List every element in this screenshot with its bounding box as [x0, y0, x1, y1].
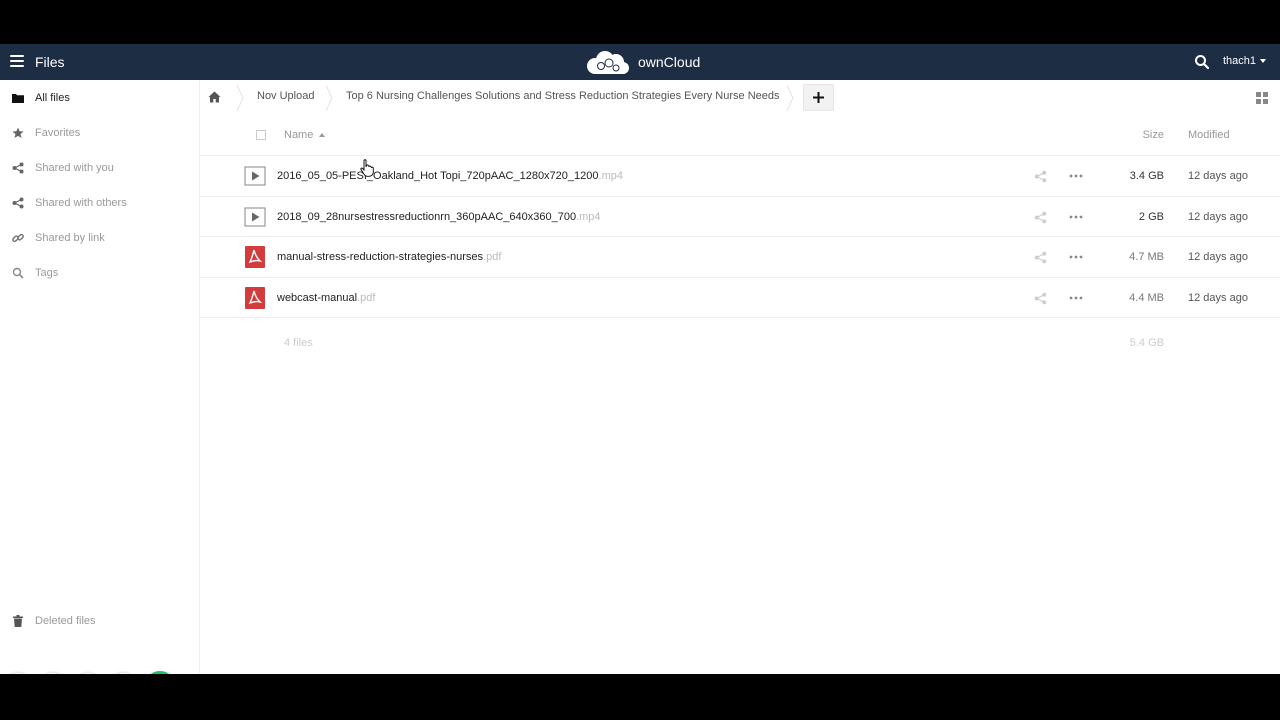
folder-icon: [11, 92, 24, 105]
pdf-file-icon: [245, 246, 265, 268]
new-button[interactable]: [803, 84, 834, 111]
brand-name: ownCloud: [638, 54, 701, 70]
file-modified: 12 days ago: [1188, 291, 1248, 304]
sidebar-item-label: All files: [35, 92, 70, 104]
file-name[interactable]: 2016_05_05-PESI_Oakland_Hot Topi_720pAAC…: [277, 170, 623, 182]
more-actions-icon[interactable]: [1068, 212, 1084, 222]
sidebar-item-label: Shared with you: [35, 162, 114, 174]
more-actions-icon[interactable]: [1068, 171, 1084, 181]
table-row[interactable]: 2016_05_05-PESI_Oakland_Hot Topi_720pAAC…: [200, 156, 1280, 197]
sidebar-item-all-files[interactable]: All files: [0, 83, 199, 113]
sidebar-item-label: Shared by link: [35, 232, 105, 244]
grid-view-icon[interactable]: [1256, 92, 1268, 104]
file-size: 2 GB: [1138, 210, 1164, 223]
pdf-file-icon: [245, 286, 265, 309]
sidebar-item-label: Shared with others: [35, 197, 127, 209]
sidebar-item-deleted-files[interactable]: Deleted files: [0, 606, 199, 636]
file-modified: 12 days ago: [1188, 210, 1248, 223]
top-header: Files ownCloud thach1: [0, 44, 1280, 80]
sort-ascending-icon: [319, 133, 326, 138]
column-header-size[interactable]: Size: [1143, 129, 1164, 141]
share-icon: [11, 197, 24, 210]
column-header-modified[interactable]: Modified: [1188, 129, 1230, 141]
column-name-label: Name: [284, 129, 314, 141]
letterbox-top: [0, 0, 1280, 44]
file-name[interactable]: webcast-manual.pdf: [277, 292, 375, 304]
file-modified: 12 days ago: [1188, 251, 1248, 263]
breadcrumb-separator: [236, 85, 244, 111]
column-header-name[interactable]: Name: [284, 129, 326, 141]
breadcrumb-item-nov-upload[interactable]: Nov Upload: [257, 90, 314, 102]
cloud-logo-icon: [587, 51, 629, 74]
breadcrumb-separator: [786, 85, 794, 111]
hamburger-menu-icon[interactable]: [10, 55, 24, 69]
more-actions-icon[interactable]: [1068, 252, 1084, 262]
sidebar-item-shared-with-others[interactable]: Shared with others: [0, 188, 199, 218]
file-count: 4 files: [284, 337, 313, 349]
link-icon: [11, 232, 24, 245]
file-basename: webcast-manual: [277, 291, 358, 304]
sidebar-item-shared-by-link[interactable]: Shared by link: [0, 223, 199, 253]
table-row[interactable]: webcast-manual.pdf 4.4 MB 12 days ago: [200, 278, 1280, 318]
table-row[interactable]: manual-stress-reduction-strategies-nurse…: [200, 237, 1280, 278]
file-size: 4.4 MB: [1129, 291, 1164, 304]
letterbox-bottom: [0, 674, 1280, 720]
table-row[interactable]: 2018_09_28nursestressreductionrn_360pAAC…: [200, 197, 1280, 237]
breadcrumb-item-current-folder[interactable]: Top 6 Nursing Challenges Solutions and S…: [346, 90, 780, 102]
username: thach1: [1223, 55, 1257, 67]
owncloud-logo[interactable]: ownCloud: [583, 48, 700, 76]
file-name[interactable]: 2018_09_28nursestressreductionrn_360pAAC…: [277, 211, 601, 223]
breadcrumb-separator: [325, 85, 333, 111]
sidebar-item-favorites[interactable]: Favorites: [0, 118, 199, 148]
file-size: 4.7 MB: [1129, 251, 1164, 263]
video-file-icon: [244, 206, 266, 227]
owncloud-app: Files ownCloud thach1 All files Favorite…: [0, 44, 1280, 674]
share-icon[interactable]: [1034, 211, 1047, 224]
file-name[interactable]: manual-stress-reduction-strategies-nurse…: [277, 251, 501, 263]
file-basename: 2016_05_05-PESI_Oakland_Hot Topi_720pAAC…: [277, 170, 599, 182]
home-icon[interactable]: [208, 91, 221, 103]
file-modified: 12 days ago: [1188, 170, 1248, 182]
breadcrumb: Nov Upload Top 6 Nursing Challenges Solu…: [200, 80, 1280, 115]
file-extension: .mp4: [598, 170, 623, 182]
total-size: 5.4 GB: [1129, 337, 1164, 349]
sidebar-item-label: Deleted files: [35, 615, 96, 627]
video-file-icon: [244, 166, 266, 186]
file-summary: 4 files 5.4 GB: [200, 318, 1280, 368]
sidebar: All files Favorites Shared with you Shar…: [0, 80, 200, 674]
share-icon: [11, 162, 24, 175]
file-list: Name Size Modified 2016_05_05-PESI_Oakla…: [200, 115, 1280, 368]
user-menu[interactable]: thach1: [1223, 55, 1267, 67]
table-header: Name Size Modified: [200, 115, 1280, 156]
share-icon[interactable]: [1034, 292, 1047, 305]
sidebar-item-label: Tags: [35, 267, 59, 279]
plus-icon: [813, 92, 824, 103]
file-size: 3.4 GB: [1129, 170, 1164, 182]
select-all-checkbox[interactable]: [256, 130, 266, 140]
search-icon: [11, 267, 24, 280]
sidebar-item-tags[interactable]: Tags: [0, 258, 199, 288]
file-extension: .pdf: [357, 291, 376, 304]
star-icon: [11, 127, 24, 140]
app-name[interactable]: Files: [35, 54, 65, 70]
sidebar-item-label: Favorites: [35, 127, 81, 139]
search-icon[interactable]: [1194, 54, 1210, 70]
file-extension: .mp4: [576, 210, 601, 223]
more-actions-icon[interactable]: [1068, 293, 1084, 303]
trash-icon: [11, 615, 24, 628]
sidebar-item-shared-with-you[interactable]: Shared with you: [0, 153, 199, 183]
file-basename: manual-stress-reduction-strategies-nurse…: [277, 251, 484, 263]
file-basename: 2018_09_28nursestressreductionrn_360pAAC…: [277, 210, 577, 223]
share-icon[interactable]: [1034, 170, 1047, 183]
caret-down-icon: [1260, 59, 1267, 63]
file-extension: .pdf: [483, 251, 502, 263]
share-icon[interactable]: [1034, 251, 1047, 264]
